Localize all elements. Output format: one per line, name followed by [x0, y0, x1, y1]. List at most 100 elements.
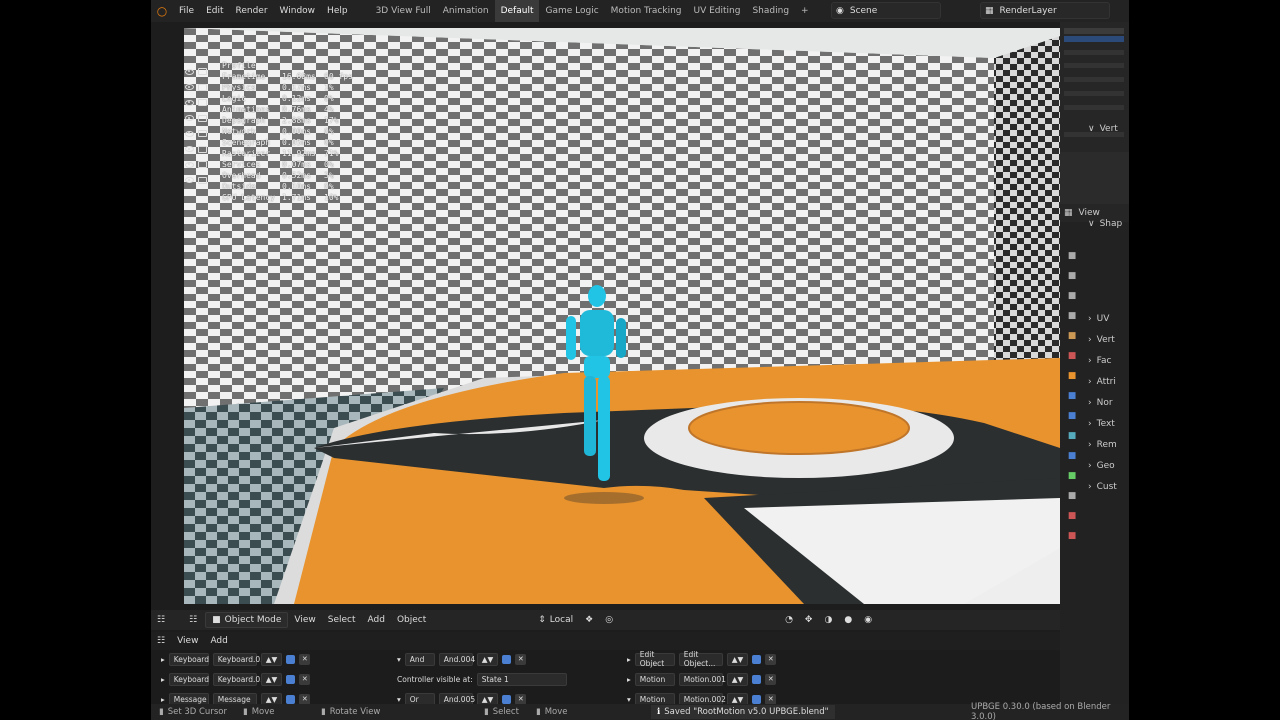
editor-type-icon[interactable]: ☷ [151, 610, 171, 630]
move-up-down-buttons[interactable]: ▲▼ [260, 672, 283, 686]
render-layer-selector[interactable]: ▦ RenderLayer [980, 2, 1110, 19]
logic-add-menu[interactable]: Add [204, 631, 233, 651]
remove-icon[interactable]: ✕ [299, 693, 311, 705]
enable-checkbox[interactable] [752, 674, 762, 684]
sensor-brick[interactable]: ▸ Keyboard Keyboard.0... ▲▼ ✕ [161, 671, 311, 687]
camera-icon[interactable] [198, 176, 207, 184]
props-section[interactable]: › Geo [1088, 457, 1115, 475]
view-menu[interactable]: View [288, 610, 321, 630]
logic-editor-type-icon[interactable]: ☷ [151, 631, 171, 651]
eye-icon[interactable] [185, 99, 194, 106]
menu-render[interactable]: Render [230, 0, 274, 22]
sensor-type[interactable]: Keyboard [168, 672, 209, 686]
eye-icon[interactable] [185, 161, 194, 168]
tab-world-icon[interactable]: ■ [1064, 348, 1080, 364]
enable-checkbox[interactable] [752, 694, 762, 704]
tab-game-logic[interactable]: Game Logic [539, 0, 604, 22]
blender-logo-icon[interactable]: ○ [151, 0, 173, 22]
eye-icon[interactable] [185, 146, 194, 153]
tab-view-layer-icon[interactable]: ■ [1064, 308, 1080, 324]
actuator-name[interactable]: Motion.001 [678, 672, 726, 686]
expand-arrow-icon[interactable]: ▸ [161, 695, 165, 704]
state-selector[interactable]: State 1 [476, 672, 567, 686]
remove-icon[interactable]: ✕ [765, 653, 777, 665]
shading-solid-icon[interactable]: ● [838, 610, 858, 630]
tab-default[interactable]: Default [494, 0, 540, 22]
eye-icon[interactable] [185, 177, 194, 184]
controller-name[interactable]: And.004 [438, 652, 475, 666]
menu-edit[interactable]: Edit [200, 0, 229, 22]
sensor-name[interactable]: Keyboard.0... [212, 672, 267, 686]
menu-file[interactable]: File [173, 0, 200, 22]
camera-icon[interactable] [198, 130, 207, 138]
expand-down-arrow-icon[interactable]: ▾ [627, 695, 631, 704]
tab-object-icon[interactable]: ■ [1064, 368, 1080, 384]
actuator-brick[interactable]: ▸ Edit Object Edit Object... ▲▼ ✕ [627, 650, 777, 668]
camera-icon[interactable] [198, 114, 207, 122]
props-section[interactable]: › Vert [1088, 331, 1115, 349]
props-section[interactable]: › Nor [1088, 394, 1113, 412]
tab-tool-icon[interactable]: ■ [1064, 248, 1080, 264]
tab-scene-icon[interactable]: ■ [1064, 328, 1080, 344]
actuator-name[interactable]: Edit Object... [678, 650, 723, 668]
remove-icon[interactable]: ✕ [765, 673, 777, 685]
expand-arrow-icon[interactable]: ▾ [397, 695, 401, 704]
enable-checkbox[interactable] [752, 654, 762, 664]
eye-icon[interactable] [185, 115, 194, 122]
tab-physics-icon[interactable]: ■ [1064, 428, 1080, 444]
object-menu[interactable]: Object [391, 610, 432, 630]
tab-particles-icon[interactable]: ■ [1064, 408, 1080, 424]
tab-render-icon[interactable]: ■ [1064, 268, 1080, 284]
tab-texture-icon[interactable]: ■ [1064, 508, 1080, 524]
controller-brick[interactable]: ▾ And And.004 ▲▼ ✕ [397, 651, 527, 667]
camera-icon[interactable] [198, 99, 207, 107]
eye-icon[interactable] [185, 130, 194, 137]
enable-checkbox[interactable] [286, 654, 296, 664]
remove-icon[interactable]: ✕ [765, 693, 777, 705]
3d-viewport[interactable]: Profile Frametime 16.68ms 60 fps Physics 0.1… [184, 28, 1060, 604]
actuator-type[interactable]: Motion [634, 672, 675, 686]
actuator-type[interactable]: Edit Object [634, 650, 675, 668]
scene-selector[interactable]: ◉ Scene [831, 2, 941, 19]
move-up-down-buttons[interactable]: ▲▼ [476, 652, 499, 666]
add-workspace-icon[interactable]: + [795, 0, 815, 22]
props-section[interactable]: › Text [1088, 415, 1115, 433]
tab-output-icon[interactable]: ■ [1064, 288, 1080, 304]
tab-animation[interactable]: Animation [437, 0, 495, 22]
props-section[interactable]: › Rem [1088, 436, 1117, 454]
tab-data-icon[interactable]: ■ [1064, 468, 1080, 484]
move-up-down-buttons[interactable]: ▲▼ [260, 652, 283, 666]
editor-type-icon[interactable]: ▦ [1064, 208, 1073, 218]
remove-icon[interactable]: ✕ [515, 693, 527, 705]
mode-selector[interactable]: ■ Object Mode [205, 612, 289, 628]
eye-icon[interactable] [185, 68, 194, 75]
tab-motion-tracking[interactable]: Motion Tracking [605, 0, 688, 22]
remove-icon[interactable]: ✕ [299, 673, 311, 685]
eye-icon[interactable] [185, 84, 194, 91]
remove-icon[interactable]: ✕ [299, 653, 311, 665]
move-up-down-buttons[interactable]: ▲▼ [726, 652, 749, 666]
props-section[interactable]: › Attri [1088, 373, 1116, 391]
proportional-edit-icon[interactable]: ◎ [599, 610, 619, 630]
enable-checkbox[interactable] [502, 694, 512, 704]
tab-uv-editing[interactable]: UV Editing [688, 0, 747, 22]
camera-icon[interactable] [198, 68, 207, 76]
expand-arrow-icon[interactable]: ▸ [161, 675, 165, 684]
props-section[interactable]: › Fac [1088, 352, 1111, 370]
enable-checkbox[interactable] [286, 694, 296, 704]
camera-icon[interactable] [198, 161, 207, 169]
menu-help[interactable]: Help [321, 0, 354, 22]
move-up-down-buttons[interactable]: ▲▼ [726, 672, 749, 686]
tab-modifier-icon[interactable]: ■ [1064, 388, 1080, 404]
tab-3d-view-full[interactable]: 3D View Full [370, 0, 437, 22]
expand-arrow-icon[interactable]: ▸ [161, 655, 165, 664]
expand-arrow-icon[interactable]: ▸ [627, 655, 631, 664]
props-section[interactable]: › UV [1088, 310, 1109, 328]
tab-shading[interactable]: Shading [746, 0, 795, 22]
tab-shader-icon[interactable]: ■ [1064, 528, 1080, 544]
sensor-name[interactable]: Keyboard.0... [212, 652, 267, 666]
camera-icon[interactable] [198, 145, 207, 153]
expand-arrow-icon[interactable]: ▸ [627, 675, 631, 684]
tab-material-icon[interactable]: ■ [1064, 488, 1080, 504]
menu-window[interactable]: Window [274, 0, 322, 22]
